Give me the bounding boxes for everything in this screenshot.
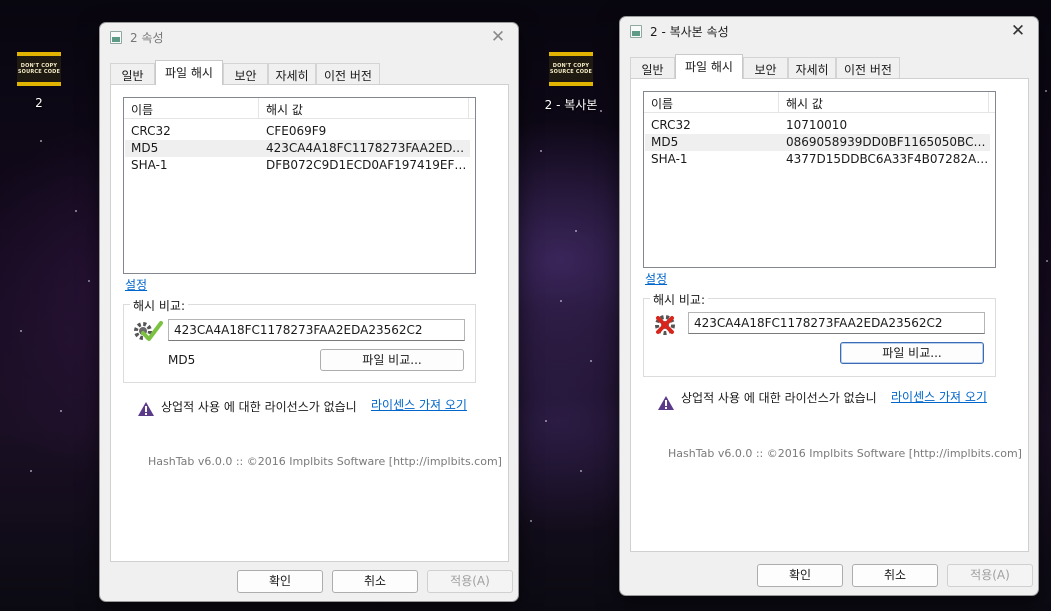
tab-file-hash[interactable]: 파일 해시: [155, 60, 223, 85]
file-thumbnail-icon: DON'T COPY SOURCE CODE: [549, 52, 593, 86]
properties-window-2: 2 속성 ✕ 일반 파일 해시 보안 자세히 이전 버전 이름 해시 값 CRC…: [99, 22, 519, 602]
title-bar[interactable]: 2 - 복사본 속성 ✕: [620, 17, 1038, 45]
match-type-label: MD5: [168, 353, 196, 367]
column-header-name[interactable]: 이름: [131, 101, 153, 118]
hash-compare-label: 해시 비교:: [130, 297, 189, 314]
desktop-icon-caption: 2 - 복사본: [544, 98, 598, 112]
ok-button[interactable]: 확인: [237, 570, 323, 593]
hash-list[interactable]: 이름 해시 값 CRC32 CFE069F9 MD5 423CA4A18FC11…: [123, 97, 476, 274]
hash-compare-input[interactable]: [688, 312, 985, 334]
window-title: 2 속성: [130, 31, 164, 45]
column-header-hash-value[interactable]: 해시 값: [786, 95, 823, 112]
hash-compare-group: 해시 비교: MD5 파일 비교...: [123, 297, 476, 383]
list-header: 이름 해시 값: [124, 98, 475, 119]
properties-window-2-copy: 2 - 복사본 속성 ✕ 일반 파일 해시 보안 자세히 이전 버전 이름 해시…: [619, 16, 1039, 596]
list-item[interactable]: SHA-1 4377D15DDBC6A33F4B07282AB0E75...: [645, 151, 990, 168]
tab-security[interactable]: 보안: [223, 63, 268, 84]
compare-file-button[interactable]: 파일 비교...: [320, 349, 464, 371]
title-bar[interactable]: 2 속성 ✕: [100, 23, 518, 51]
tab-previous-versions[interactable]: 이전 버전: [836, 57, 900, 78]
hash-compare-input[interactable]: [168, 319, 465, 341]
apply-button[interactable]: 적용(A): [427, 570, 513, 593]
cancel-button[interactable]: 취소: [332, 570, 418, 593]
ok-button[interactable]: 확인: [757, 564, 843, 587]
gear-x-icon: [655, 315, 675, 335]
file-thumbnail-icon: DON'T COPY SOURCE CODE: [17, 52, 61, 86]
close-button[interactable]: ✕: [1008, 20, 1028, 42]
get-license-link[interactable]: 라이센스 가져 오기: [891, 388, 987, 405]
desktop-icon-caption: 2: [35, 96, 43, 110]
settings-link[interactable]: 설정: [125, 276, 147, 293]
tab-general[interactable]: 일반: [110, 63, 155, 84]
tab-file-hash[interactable]: 파일 해시: [675, 54, 743, 79]
copyright-text: HashTab v6.0.0 :: ©2016 Implbits Softwar…: [668, 447, 1022, 460]
compare-file-button[interactable]: 파일 비교...: [840, 342, 984, 364]
tab-panel: 이름 해시 값 CRC32 CFE069F9 MD5 423CA4A18FC11…: [110, 84, 509, 562]
license-text: 상업적 사용 에 대한 라이선스가 없습니: [161, 400, 357, 414]
copyright-text: HashTab v6.0.0 :: ©2016 Implbits Softwar…: [148, 455, 502, 468]
get-license-link[interactable]: 라이센스 가져 오기: [371, 396, 467, 413]
tab-general[interactable]: 일반: [630, 57, 675, 78]
window-title: 2 - 복사본 속성: [650, 25, 729, 39]
list-item[interactable]: SHA-1 DFB072C9D1ECD0AF197419EF84892...: [125, 157, 470, 174]
list-item[interactable]: MD5 0869058939DD0BF1165050BCE6770...: [645, 134, 990, 151]
properties-icon: [630, 25, 642, 38]
list-item[interactable]: MD5 423CA4A18FC1178273FAA2EDA2356...: [125, 140, 470, 157]
list-header: 이름 해시 값: [644, 92, 995, 113]
license-text: 상업적 사용 에 대한 라이선스가 없습니: [681, 391, 877, 405]
settings-link[interactable]: 설정: [645, 270, 667, 287]
desktop-icon-file-2-copy[interactable]: DON'T COPY SOURCE CODE 2 - 복사본: [535, 52, 607, 113]
apply-button[interactable]: 적용(A): [947, 564, 1033, 587]
cancel-button[interactable]: 취소: [852, 564, 938, 587]
desktop-icon-file-2[interactable]: DON'T COPY SOURCE CODE 2: [4, 52, 74, 110]
close-button[interactable]: ✕: [488, 26, 508, 48]
tab-panel: 이름 해시 값 CRC32 10710010 MD5 0869058939DD0…: [630, 78, 1029, 552]
list-item[interactable]: CRC32 10710010: [645, 117, 990, 134]
tab-security[interactable]: 보안: [743, 57, 788, 78]
warning-icon: [658, 396, 674, 410]
properties-icon: [110, 31, 122, 44]
tab-details[interactable]: 자세히: [268, 63, 316, 84]
hash-list[interactable]: 이름 해시 값 CRC32 10710010 MD5 0869058939DD0…: [643, 91, 996, 268]
tab-details[interactable]: 자세히: [788, 57, 836, 78]
tab-previous-versions[interactable]: 이전 버전: [316, 63, 380, 84]
hash-compare-group: 해시 비교: 파일 비교...: [643, 291, 996, 377]
list-item[interactable]: CRC32 CFE069F9: [125, 123, 470, 140]
column-header-hash-value[interactable]: 해시 값: [266, 101, 303, 118]
gear-check-icon: [134, 321, 163, 341]
column-header-name[interactable]: 이름: [651, 95, 673, 112]
hash-compare-label: 해시 비교:: [650, 291, 709, 308]
warning-icon: [138, 402, 154, 416]
